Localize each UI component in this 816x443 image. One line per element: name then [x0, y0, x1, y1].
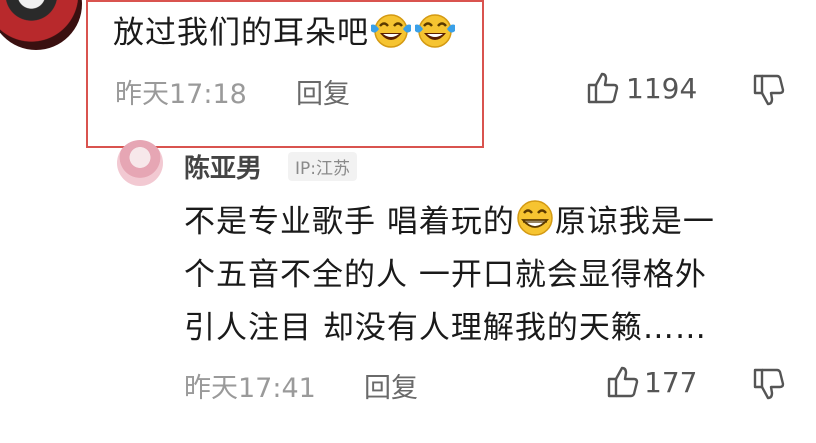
like-count: 177 [644, 366, 698, 399]
comment-text: 放过我们的耳朵吧 [113, 8, 457, 64]
laughing-tears-emoji-icon [369, 9, 413, 64]
laughing-tears-emoji-icon [413, 9, 457, 64]
reply-text-line-2: 个五音不全的人 一开口就会显得格外 [184, 257, 707, 293]
thumbs-down-icon[interactable] [752, 366, 786, 402]
thumbs-down-icon[interactable] [752, 72, 786, 108]
thumbs-up-icon[interactable] [606, 364, 640, 400]
username[interactable]: 陈亚男 [184, 148, 262, 185]
ip-location-badge: IP:江苏 [288, 152, 357, 181]
reply-time: 昨天17:41 [184, 373, 316, 404]
reply-avatar[interactable] [117, 140, 163, 186]
reply-text-line-1: 不是专业歌手 唱着玩的 原谅我是一 [184, 197, 715, 253]
grinning-emoji-icon [515, 198, 555, 253]
reply-button[interactable]: 回复 [296, 72, 350, 111]
reply-text-part: 不是专业歌手 唱着玩的 [184, 204, 515, 240]
reply-button[interactable]: 回复 [364, 366, 418, 405]
comment-body: 放过我们的耳朵吧 [113, 15, 369, 51]
avatar[interactable] [0, 0, 82, 50]
reply-text-line-3: 引人注目 却没有人理解我的天籁…… [184, 310, 707, 346]
comment-time: 昨天17:18 [115, 79, 247, 110]
like-count: 1194 [626, 72, 698, 105]
reply-text-part: 原谅我是一 [554, 204, 715, 240]
thumbs-up-icon[interactable] [586, 70, 620, 106]
